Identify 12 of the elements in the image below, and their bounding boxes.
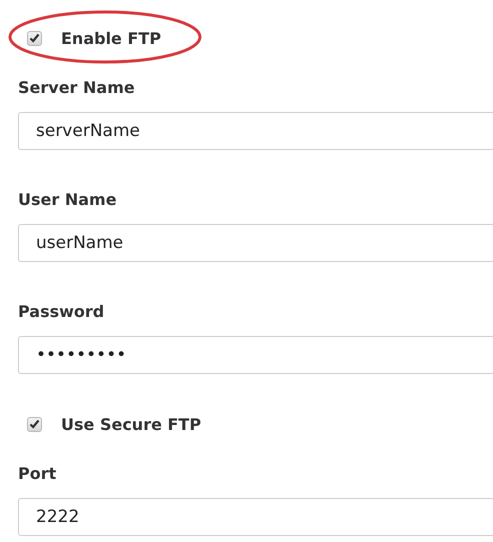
- checkbox-label: Use Secure FTP: [61, 414, 202, 434]
- input-field[interactable]: •••••••••: [18, 336, 493, 374]
- input-field[interactable]: serverName: [18, 112, 493, 150]
- input-field[interactable]: 2222: [18, 498, 493, 536]
- checkbox[interactable]: [27, 30, 42, 46]
- input-field[interactable]: userName: [18, 224, 493, 262]
- checkbox-label: Enable FTP: [61, 28, 162, 48]
- field-label: Password: [17, 301, 106, 323]
- field-label: Server Name: [17, 77, 136, 99]
- checkbox[interactable]: [27, 416, 42, 432]
- field-label: User Name: [17, 189, 118, 211]
- field-label: Port: [17, 463, 58, 485]
